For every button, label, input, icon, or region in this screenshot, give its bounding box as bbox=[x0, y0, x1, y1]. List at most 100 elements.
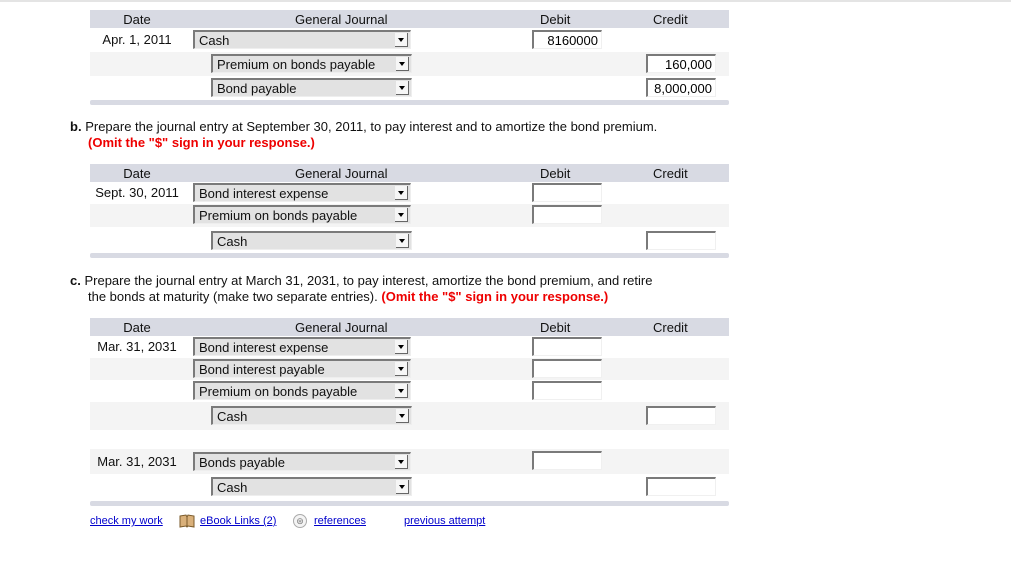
table-row: Premium on bonds payable bbox=[90, 204, 729, 227]
instruction-c: c. Prepare the journal entry at March 31… bbox=[70, 273, 770, 305]
entry-date: Mar. 31, 2031 bbox=[97, 339, 177, 354]
account-select[interactable]: Cash bbox=[193, 30, 411, 49]
account-select[interactable]: Bond interest payable bbox=[193, 359, 411, 378]
account-value: Bond interest expense bbox=[199, 340, 329, 355]
header-date: Date bbox=[123, 320, 151, 335]
table-row: Apr. 1, 2011 Cash bbox=[90, 28, 729, 52]
credit-input[interactable] bbox=[646, 78, 716, 97]
account-value: Bonds payable bbox=[199, 455, 286, 470]
table-header: Date General Journal Debit Credit bbox=[90, 164, 729, 182]
table-row: Mar. 31, 2031 Bond interest expense bbox=[90, 336, 729, 358]
table-row: Mar. 31, 2031 Bonds payable bbox=[90, 449, 729, 474]
account-value: Cash bbox=[217, 480, 248, 495]
account-select[interactable]: Premium on bonds payable bbox=[193, 205, 411, 224]
header-debit: Debit bbox=[540, 320, 571, 335]
instruction-b: b. Prepare the journal entry at Septembe… bbox=[70, 119, 770, 151]
table-footer-bar bbox=[90, 100, 729, 105]
credit-input[interactable] bbox=[646, 477, 716, 496]
account-value: Premium on bonds payable bbox=[199, 384, 358, 399]
journal-table-b: Date General Journal Debit Credit Sept. … bbox=[90, 164, 729, 258]
dropdown-arrow-icon[interactable] bbox=[395, 33, 408, 47]
account-value: Bond interest payable bbox=[199, 362, 325, 377]
table-row: Bond payable bbox=[90, 76, 729, 100]
table-header: Date General Journal Debit Credit bbox=[90, 318, 729, 336]
table-row: Cash bbox=[90, 227, 729, 253]
account-value: Cash bbox=[199, 33, 230, 48]
dropdown-arrow-icon[interactable] bbox=[395, 455, 408, 469]
debit-input[interactable] bbox=[532, 451, 602, 470]
omit-dollar-note: (Omit the "$" sign in your response.) bbox=[381, 289, 609, 304]
entry-date: Sept. 30, 2011 bbox=[95, 185, 179, 200]
account-select[interactable]: Cash bbox=[211, 406, 412, 425]
account-select[interactable]: Cash bbox=[211, 477, 412, 496]
credit-input[interactable] bbox=[646, 54, 716, 73]
dropdown-arrow-icon[interactable] bbox=[396, 81, 409, 95]
omit-dollar-note: (Omit the "$" sign in your response.) bbox=[88, 135, 315, 150]
credit-input[interactable] bbox=[646, 406, 716, 425]
instruction-text-line2: the bonds at maturity (make two separate… bbox=[88, 289, 378, 304]
account-value: Premium on bonds payable bbox=[217, 57, 376, 72]
table-row: Cash bbox=[90, 474, 729, 501]
table-row: Cash bbox=[90, 402, 729, 430]
table-footer-bar bbox=[90, 253, 729, 258]
instruction-text: Prepare the journal entry at September 3… bbox=[85, 119, 658, 134]
debit-input[interactable] bbox=[532, 359, 602, 378]
header-date: Date bbox=[123, 166, 151, 181]
account-select[interactable]: Premium on bonds payable bbox=[193, 381, 411, 400]
account-value: Premium on bonds payable bbox=[199, 208, 358, 223]
debit-input[interactable] bbox=[532, 205, 602, 224]
account-select[interactable]: Bond payable bbox=[211, 78, 412, 97]
journal-table-c: Date General Journal Debit Credit Mar. 3… bbox=[90, 318, 729, 506]
header-credit: Credit bbox=[653, 320, 688, 335]
dropdown-arrow-icon[interactable] bbox=[396, 409, 409, 423]
header-date: Date bbox=[123, 12, 151, 27]
references-link[interactable]: references bbox=[314, 515, 366, 527]
journal-table-a: Date General Journal Debit Credit Apr. 1… bbox=[90, 10, 729, 105]
ebook-icon bbox=[179, 514, 195, 528]
account-select[interactable]: Bonds payable bbox=[193, 452, 411, 471]
dropdown-arrow-icon[interactable] bbox=[395, 384, 408, 398]
account-value: Bond interest expense bbox=[199, 186, 329, 201]
table-row: Bond interest payable bbox=[90, 358, 729, 380]
debit-input[interactable] bbox=[532, 337, 602, 356]
account-value: Cash bbox=[217, 234, 248, 249]
table-row: Premium on bonds payable bbox=[90, 380, 729, 402]
dropdown-arrow-icon[interactable] bbox=[396, 480, 409, 494]
account-select[interactable]: Premium on bonds payable bbox=[211, 54, 412, 73]
table-row: Sept. 30, 2011 Bond interest expense bbox=[90, 182, 729, 204]
dropdown-arrow-icon[interactable] bbox=[396, 234, 409, 248]
header-general-journal: General Journal bbox=[295, 320, 388, 335]
dropdown-arrow-icon[interactable] bbox=[395, 208, 408, 222]
account-value: Cash bbox=[217, 409, 248, 424]
top-divider bbox=[0, 0, 1011, 2]
debit-input[interactable] bbox=[532, 381, 602, 400]
part-label: c. bbox=[70, 273, 81, 288]
credit-input[interactable] bbox=[646, 231, 716, 250]
header-debit: Debit bbox=[540, 166, 571, 181]
instruction-text: Prepare the journal entry at March 31, 2… bbox=[84, 273, 653, 288]
table-header: Date General Journal Debit Credit bbox=[90, 10, 729, 28]
previous-attempt-link[interactable]: previous attempt bbox=[404, 515, 485, 527]
account-select[interactable]: Bond interest expense bbox=[193, 337, 411, 356]
header-credit: Credit bbox=[653, 12, 688, 27]
debit-input[interactable] bbox=[532, 183, 602, 202]
check-my-work-link[interactable]: check my work bbox=[90, 515, 163, 527]
header-debit: Debit bbox=[540, 12, 571, 27]
account-select[interactable]: Bond interest expense bbox=[193, 183, 411, 202]
dropdown-arrow-icon[interactable] bbox=[395, 186, 408, 200]
ebook-links-link[interactable]: eBook Links (2) bbox=[200, 515, 276, 527]
dropdown-arrow-icon[interactable] bbox=[395, 362, 408, 376]
dropdown-arrow-icon[interactable] bbox=[395, 340, 408, 354]
part-label: b. bbox=[70, 119, 82, 134]
expand-chevron-icon[interactable]: ⊛ bbox=[293, 514, 307, 528]
entry-date: Mar. 31, 2031 bbox=[97, 454, 177, 469]
account-value: Bond payable bbox=[217, 81, 297, 96]
account-select[interactable]: Cash bbox=[211, 231, 412, 250]
dropdown-arrow-icon[interactable] bbox=[396, 57, 409, 71]
header-credit: Credit bbox=[653, 166, 688, 181]
header-general-journal: General Journal bbox=[295, 12, 388, 27]
entry-date: Apr. 1, 2011 bbox=[102, 32, 172, 47]
table-footer-bar bbox=[90, 501, 729, 506]
debit-input[interactable] bbox=[532, 30, 602, 49]
header-general-journal: General Journal bbox=[295, 166, 388, 181]
